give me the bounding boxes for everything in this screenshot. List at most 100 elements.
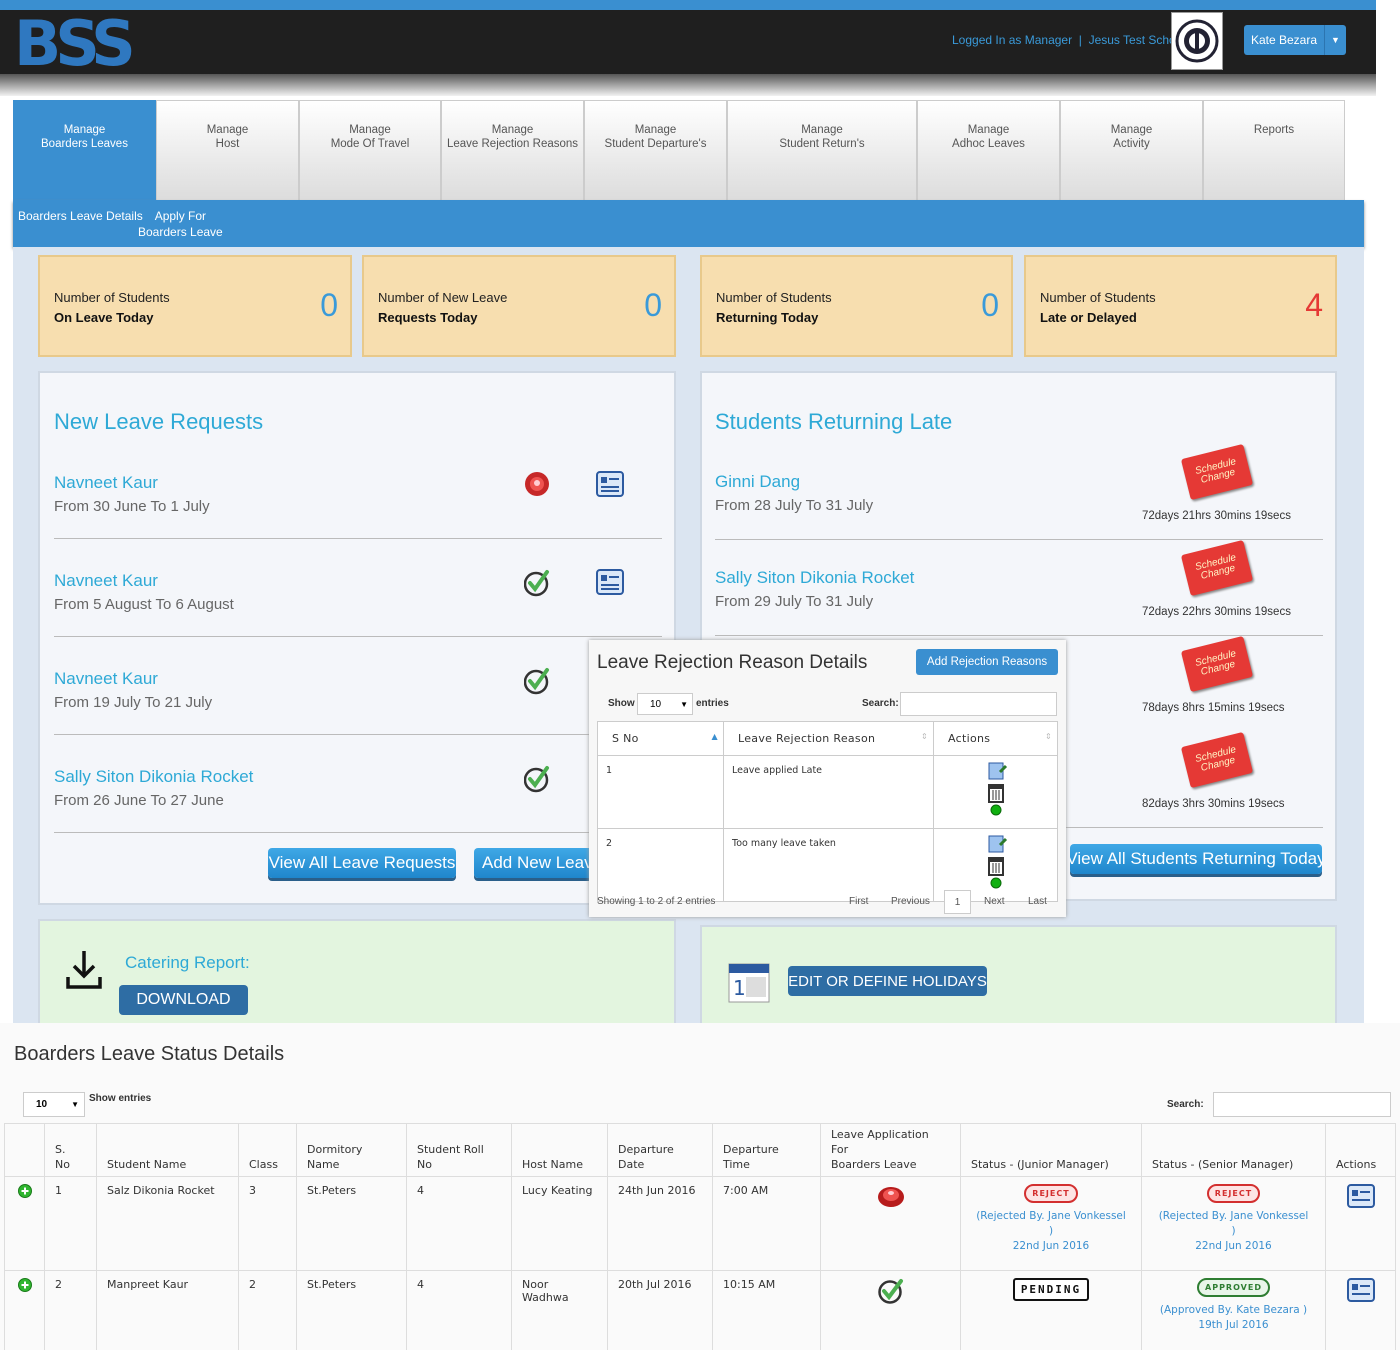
subnav-apply-for-boarders-leave[interactable]: Apply For Boarders Leave — [138, 208, 223, 240]
stat-value: 0 — [981, 287, 999, 323]
check-icon[interactable] — [523, 569, 550, 602]
roll-cell: 4 — [406, 1176, 512, 1271]
request-dates: From 30 June To 1 July — [54, 498, 210, 515]
pagination-last[interactable]: Last — [1028, 896, 1047, 907]
pagination-first[interactable]: First — [849, 896, 868, 907]
overdue-time: 82days 3hrs 30mins 19secs — [1142, 798, 1285, 810]
student-name-link[interactable]: Manpreet Kaur — [96, 1270, 239, 1350]
login-role[interactable]: Logged In as Manager — [952, 33, 1072, 47]
column-header[interactable]: S. No — [44, 1123, 97, 1177]
tab-manage-leave-rejection-reasons[interactable]: Manage Leave Rejection Reasons — [441, 100, 584, 200]
subnav-boarders-leave-details[interactable]: Boarders Leave Details — [18, 208, 143, 224]
column-header[interactable]: Departure Time — [712, 1123, 821, 1177]
student-name-link[interactable]: Salz Dikonia Rocket — [96, 1176, 239, 1271]
actions-cell — [1325, 1270, 1396, 1350]
late-dates: From 29 July To 31 July — [715, 593, 874, 610]
holidays-panel: 1 EDIT OR DEFINE HOLIDAYS — [700, 925, 1337, 1025]
table-row: 2 Too many leave taken — [597, 828, 1058, 902]
check-icon[interactable] — [523, 667, 550, 700]
late-student-name[interactable]: Sally Siton Dikonia Rocket — [715, 568, 914, 588]
check-icon[interactable] — [877, 1278, 904, 1304]
chevron-down-icon[interactable]: ▼ — [1324, 25, 1346, 55]
pagination-previous[interactable]: Previous — [891, 896, 930, 907]
pagination-next[interactable]: Next — [984, 896, 1005, 907]
new-leave-requests-panel: New Leave Requests Navneet Kaur From 30 … — [38, 371, 676, 905]
column-header[interactable]: Actions — [1325, 1123, 1396, 1177]
tab-manage-adhoc-leaves[interactable]: Manage Adhoc Leaves — [917, 100, 1060, 200]
tab-manage-student-returns[interactable]: Manage Student Return's — [727, 100, 917, 200]
expand-plus-icon[interactable] — [17, 1184, 32, 1198]
departure-date-cell: 24th Jun 2016 — [607, 1176, 713, 1271]
tab-reports[interactable]: Reports — [1203, 100, 1345, 200]
actions-cell — [1325, 1176, 1396, 1271]
download-icon[interactable] — [64, 949, 104, 996]
tab-manage-student-departures[interactable]: Manage Student Departure's — [584, 100, 727, 200]
host-name-link[interactable]: Noor Wadhwa — [511, 1270, 608, 1350]
tab-manage-activity[interactable]: Manage Activity — [1060, 100, 1203, 200]
user-menu-button[interactable]: Kate Bezara ▼ — [1244, 25, 1346, 55]
column-header[interactable]: Leave Application For Boarders Leave — [820, 1123, 961, 1177]
expand-plus-icon[interactable] — [17, 1278, 32, 1292]
status-note: (Rejected By. Jane Vonkessel ) — [1158, 1210, 1309, 1237]
senior-status-cell: REJECT (Rejected By. Jane Vonkessel ) 22… — [1141, 1176, 1326, 1271]
catering-report-label: Catering Report: — [125, 953, 250, 972]
request-student-name[interactable]: Sally Siton Dikonia Rocket — [54, 767, 253, 787]
column-header[interactable]: Actions ⇕ — [933, 721, 1058, 756]
column-header[interactable]: Host Name — [511, 1123, 608, 1177]
details-card-icon[interactable] — [1346, 1184, 1375, 1208]
pagination-page-1[interactable]: 1 — [944, 890, 971, 914]
status-date: 19th Jul 2016 — [1198, 1319, 1269, 1331]
request-student-name[interactable]: Navneet Kaur — [54, 571, 158, 591]
column-header[interactable]: Leave Rejection Reason ⇕ — [723, 721, 934, 756]
tab-manage-mode-of-travel[interactable]: Manage Mode Of Travel — [299, 100, 441, 200]
reason-table: S No ▲ Leave Rejection Reason ⇕ Actions ⇕ 1… — [597, 721, 1058, 902]
download-button[interactable]: DOWNLOAD — [119, 985, 248, 1015]
column-header[interactable]: S No ▲ — [597, 721, 724, 756]
red-button-icon[interactable] — [524, 471, 550, 502]
reason-cell: Leave applied Late — [723, 755, 934, 829]
add-rejection-reasons-button[interactable]: Add Rejection Reasons — [916, 649, 1058, 675]
request-student-name[interactable]: Navneet Kaur — [54, 473, 158, 493]
details-card-icon[interactable] — [596, 470, 624, 503]
edit-delete-status-icons[interactable] — [984, 762, 1008, 816]
column-header[interactable]: Departure Date — [607, 1123, 713, 1177]
tab-manage-host[interactable]: Manage Host — [156, 100, 299, 200]
host-name-link[interactable]: Lucy Keating — [511, 1176, 608, 1271]
show-entries-label: Show entries — [89, 1093, 152, 1104]
user-name: Kate Bezara — [1250, 33, 1318, 47]
junior-status-cell: PENDING — [960, 1270, 1142, 1350]
edit-holidays-button[interactable]: EDIT OR DEFINE HOLIDAYS — [788, 966, 987, 996]
table-info: Showing 1 to 2 of 2 entries — [597, 896, 716, 907]
column-header[interactable]: Student Roll No — [406, 1123, 512, 1177]
view-all-students-returning-button[interactable]: View All Students Returning Today — [1070, 844, 1322, 874]
stat-returning-today: Number of Students Returning Today 0 — [700, 255, 1013, 357]
check-icon[interactable] — [523, 765, 550, 798]
request-student-name[interactable]: Navneet Kaur — [54, 669, 158, 689]
tab-manage-boarders-leaves[interactable]: Manage Boarders Leaves — [13, 100, 156, 200]
entries-select[interactable]: 10 ▼ — [23, 1092, 85, 1117]
red-button-icon[interactable] — [877, 1184, 905, 1208]
details-card-icon[interactable] — [596, 568, 624, 601]
column-header[interactable]: Status - (Senior Manager) — [1141, 1123, 1326, 1177]
search-input[interactable] — [1213, 1092, 1391, 1117]
overdue-time: 78days 8hrs 15mins 19secs — [1142, 702, 1285, 714]
column-header[interactable]: Student Name — [96, 1123, 239, 1177]
column-header[interactable]: Class — [238, 1123, 297, 1177]
column-header[interactable]: Status - (Junior Manager) — [960, 1123, 1142, 1177]
details-card-icon[interactable] — [1346, 1278, 1375, 1302]
show-label: Show — [608, 698, 635, 709]
view-all-leave-requests-button[interactable]: View All Leave Requests — [268, 848, 456, 878]
column-header[interactable]: Dormitory Name — [296, 1123, 407, 1177]
late-student-name[interactable]: Ginni Dang — [715, 472, 800, 492]
senior-status-cell: APPROVED (Approved By. Kate Bezara ) 19t… — [1141, 1270, 1326, 1350]
edit-delete-status-icons[interactable] — [984, 835, 1008, 889]
divider — [54, 734, 662, 735]
approved-stamp: APPROVED — [1197, 1278, 1270, 1297]
bss-logo[interactable]: BSS — [14, 12, 136, 76]
status-note: (Rejected By. Jane Vonkessel ) — [976, 1210, 1126, 1237]
search-input[interactable] — [900, 692, 1057, 716]
entries-select[interactable]: 10 ▼ — [637, 693, 693, 715]
svg-text:1: 1 — [733, 976, 746, 1000]
header-label: Actions — [948, 732, 991, 745]
divider — [54, 538, 662, 539]
